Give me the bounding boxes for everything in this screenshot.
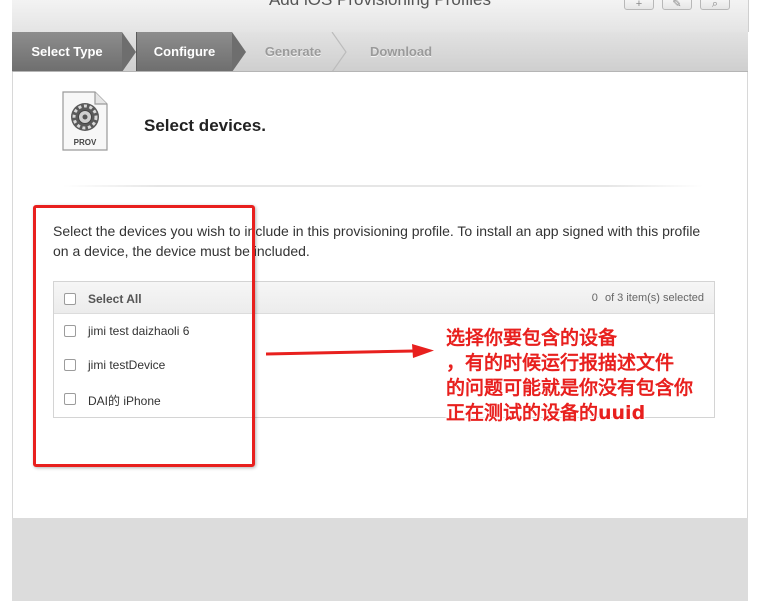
step-separator — [331, 32, 347, 71]
annotation-line: 正在测试的设备的uuid — [446, 402, 646, 424]
annotation-note: 选择你要包含的设备 ，有的时候运行报描述文件 的问题可能就是你没有包含你 正在测… — [446, 326, 751, 426]
step-configure[interactable]: Configure — [136, 32, 232, 71]
divider — [63, 185, 703, 187]
step-label: Download — [369, 44, 433, 59]
step-label: Select Type — [31, 44, 103, 59]
step-navigation: Select Type Configure Generate Download — [12, 32, 748, 72]
step-generate[interactable]: Generate — [246, 32, 340, 71]
annotation-line: 选择你要包含的设备 — [446, 327, 618, 349]
step-label: Configure — [153, 44, 216, 59]
prov-icon-label: PROV — [74, 138, 97, 147]
step-label: Generate — [264, 44, 322, 59]
annotation-arrow-icon — [266, 344, 434, 358]
selected-count-suffix: of 3 item(s) selected — [604, 292, 704, 304]
provisioning-profile-icon: PROV — [62, 91, 108, 151]
step-separator — [122, 32, 136, 71]
annotation-highlight-box — [33, 205, 255, 467]
annotation-line: ，有的时候运行报描述文件 — [446, 352, 675, 374]
window-titlebar: Add iOS Provisioning Profiles + ✎ ⌕ — [12, 0, 748, 32]
selected-count-value: 0 — [591, 292, 598, 304]
page-title: Select devices. — [144, 116, 266, 135]
step-select-type[interactable]: Select Type — [12, 32, 122, 71]
add-icon[interactable]: + — [624, 0, 654, 10]
step-download[interactable]: Download — [348, 32, 454, 71]
search-icon[interactable]: ⌕ — [700, 0, 730, 10]
step-separator — [232, 32, 246, 71]
annotation-line: 的问题可能就是你没有包含你 — [446, 377, 694, 399]
edit-icon[interactable]: ✎ — [662, 0, 692, 10]
selection-count: 0 of 3 item(s) selected — [588, 292, 704, 304]
footer-area — [12, 518, 748, 601]
window-right-edge — [748, 0, 774, 601]
